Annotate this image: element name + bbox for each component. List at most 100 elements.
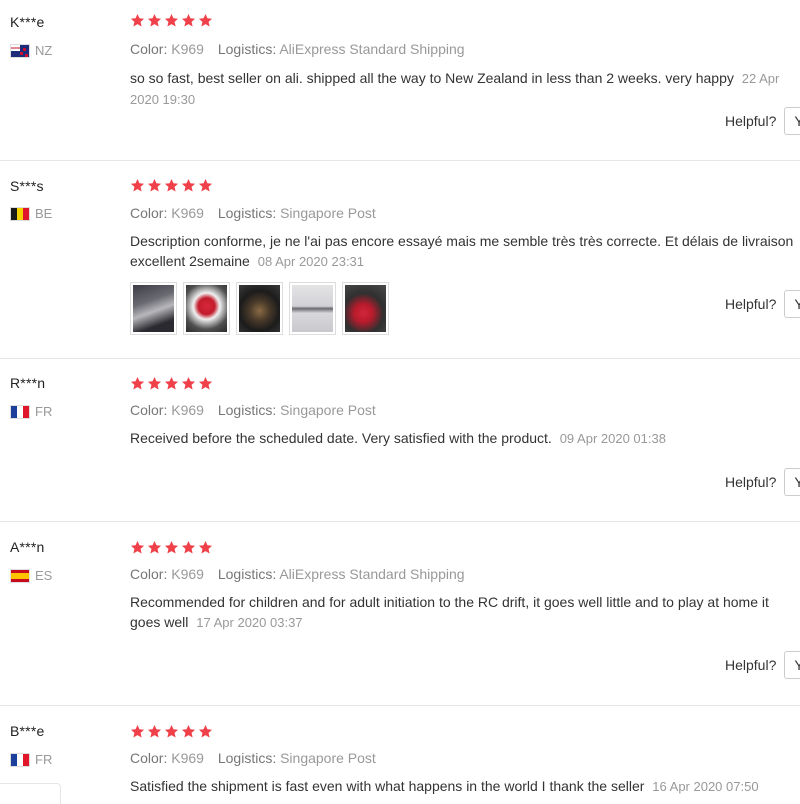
country-code: FR bbox=[35, 404, 53, 419]
review-date: 08 Apr 2020 23:31 bbox=[257, 254, 365, 269]
logistics-method: Singapore Post bbox=[280, 750, 376, 766]
review-date: 09 Apr 2020 01:38 bbox=[559, 431, 666, 446]
helpful-vote: Helpful? Yes bbox=[725, 107, 800, 135]
logistics-method: Singapore Post bbox=[280, 205, 376, 221]
new-zealand-flag-icon bbox=[10, 43, 30, 58]
star-icon bbox=[198, 178, 213, 193]
star-icon bbox=[147, 540, 162, 555]
review-meta: Color: K969 Logistics: Singapore Post bbox=[130, 205, 376, 221]
reviewer-name: S***s bbox=[10, 178, 44, 194]
helpful-vote: Helpful? Yes bbox=[725, 290, 800, 318]
star-icon bbox=[147, 178, 162, 193]
review-meta: Color: K969 Logistics: AliExpress Standa… bbox=[130, 41, 465, 57]
product-color: K969 bbox=[171, 205, 204, 221]
star-icon bbox=[164, 376, 179, 391]
star-icon bbox=[130, 376, 145, 391]
star-icon bbox=[164, 13, 179, 28]
reviewer-country: ES bbox=[10, 568, 52, 583]
star-icon bbox=[164, 724, 179, 739]
product-color: K969 bbox=[171, 750, 204, 766]
star-icon bbox=[130, 13, 145, 28]
logistics-method: AliExpress Standard Shipping bbox=[279, 41, 465, 57]
star-icon bbox=[198, 724, 213, 739]
helpful-yes-button[interactable]: Yes bbox=[784, 107, 800, 135]
star-icon bbox=[181, 178, 196, 193]
star-icon bbox=[198, 376, 213, 391]
review-meta: Color: K969 Logistics: Singapore Post bbox=[130, 750, 376, 766]
review-meta: Color: K969 Logistics: Singapore Post bbox=[130, 402, 376, 418]
product-color: K969 bbox=[171, 41, 204, 57]
review-date: 16 Apr 2020 07:50 bbox=[652, 779, 759, 794]
product-color: K969 bbox=[171, 402, 204, 418]
star-rating bbox=[130, 376, 213, 391]
review-photo-thumbnail[interactable] bbox=[289, 282, 336, 335]
review-text: Satisfied the shipment is fast even with… bbox=[130, 778, 759, 794]
scroll-to-top-tab[interactable] bbox=[0, 783, 61, 804]
review-item: R***n FR Color: K969 Logistics: Singapor… bbox=[0, 359, 800, 522]
review-date: 17 Apr 2020 03:37 bbox=[196, 615, 303, 630]
rc-car-chassis-photo bbox=[239, 285, 280, 332]
reviewer-country: FR bbox=[10, 404, 52, 419]
star-icon bbox=[147, 13, 162, 28]
star-icon bbox=[147, 724, 162, 739]
review-photo-thumbnail[interactable] bbox=[183, 282, 230, 335]
rc-car-box-photo bbox=[133, 285, 174, 332]
review-text: Received before the scheduled date. Very… bbox=[130, 430, 666, 446]
reviewer-name: R***n bbox=[10, 375, 46, 391]
logistics-method: AliExpress Standard Shipping bbox=[279, 566, 465, 582]
product-color: K969 bbox=[171, 566, 204, 582]
star-icon bbox=[130, 540, 145, 555]
star-rating bbox=[130, 724, 213, 739]
helpful-vote: Helpful? Yes bbox=[725, 468, 800, 496]
star-rating bbox=[130, 540, 213, 555]
france-flag-icon bbox=[10, 752, 30, 767]
review-photo-thumbnail[interactable] bbox=[130, 282, 177, 335]
reviewer-country: BE bbox=[10, 206, 52, 221]
helpful-yes-button[interactable]: Yes bbox=[784, 651, 800, 679]
rc-car-red-photo bbox=[186, 285, 227, 332]
helpful-vote: Helpful? Yes bbox=[725, 651, 800, 679]
helpful-label: Helpful? bbox=[725, 296, 777, 312]
rc-car-remote-photo bbox=[345, 285, 386, 332]
star-icon bbox=[181, 376, 196, 391]
logistics-method: Singapore Post bbox=[280, 402, 376, 418]
helpful-yes-button[interactable]: Yes bbox=[784, 468, 800, 496]
star-icon bbox=[164, 540, 179, 555]
country-code: ES bbox=[35, 568, 53, 583]
star-rating bbox=[130, 178, 213, 193]
belgium-flag-icon bbox=[10, 206, 30, 221]
review-text: Recommended for children and for adult i… bbox=[130, 594, 769, 630]
review-text: so so fast, best seller on ali. shipped … bbox=[130, 70, 780, 107]
star-rating bbox=[130, 13, 213, 28]
reviewer-country: FR bbox=[10, 752, 52, 767]
reviewer-name: A***n bbox=[10, 539, 45, 555]
review-item: A***n ES Color: K969 Logistics: AliExpre… bbox=[0, 522, 800, 706]
country-code: NZ bbox=[35, 43, 53, 58]
helpful-yes-button[interactable]: Yes bbox=[784, 290, 800, 318]
review-photo-thumbnail[interactable] bbox=[236, 282, 283, 335]
helpful-label: Helpful? bbox=[725, 113, 777, 129]
star-icon bbox=[181, 540, 196, 555]
review-item: S***s BE Color: K969 Logistics: Singapor… bbox=[0, 161, 800, 359]
star-icon bbox=[181, 724, 196, 739]
review-item: B***e FR Color: K969 Logistics: Singapor… bbox=[0, 706, 800, 800]
star-icon bbox=[181, 13, 196, 28]
star-icon bbox=[147, 376, 162, 391]
star-icon bbox=[164, 178, 179, 193]
review-meta: Color: K969 Logistics: AliExpress Standa… bbox=[130, 566, 465, 582]
review-item: K***e NZ Color: K969 Logistics: AliExpre… bbox=[0, 0, 800, 161]
star-icon bbox=[198, 540, 213, 555]
review-text: Description conforme, je ne l'ai pas enc… bbox=[130, 233, 794, 269]
star-icon bbox=[130, 178, 145, 193]
country-code: BE bbox=[35, 206, 53, 221]
reviewer-name: K***e bbox=[10, 14, 45, 30]
rc-car-manual-photo bbox=[292, 285, 333, 332]
review-photo-thumbnail[interactable] bbox=[342, 282, 389, 335]
reviewer-name: B***e bbox=[10, 723, 45, 739]
helpful-label: Helpful? bbox=[725, 657, 777, 673]
spain-flag-icon bbox=[10, 568, 30, 583]
country-code: FR bbox=[35, 752, 53, 767]
france-flag-icon bbox=[10, 404, 30, 419]
star-icon bbox=[198, 13, 213, 28]
star-icon bbox=[130, 724, 145, 739]
